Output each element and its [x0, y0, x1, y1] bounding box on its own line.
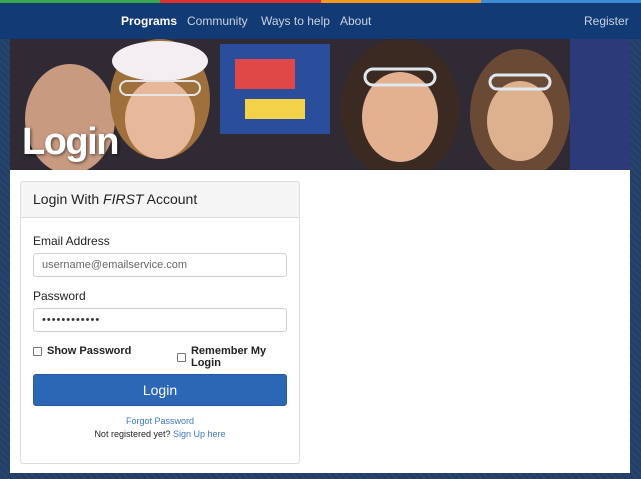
- password-label: Password: [33, 289, 86, 303]
- main-content: Login Login With FIRST Account Email Add…: [10, 39, 630, 473]
- not-registered-text: Not registered yet?: [94, 429, 171, 439]
- show-password-toggle[interactable]: Show Password: [33, 345, 131, 357]
- register-prompt: Not registered yet? Sign Up here: [21, 429, 299, 439]
- hero-banner: Login: [10, 39, 630, 170]
- login-button[interactable]: Login: [33, 374, 287, 406]
- nav-about[interactable]: About: [340, 14, 371, 28]
- card-header-prefix: Login With: [33, 191, 104, 207]
- card-header-suffix: Account: [143, 191, 198, 207]
- forgot-password-link[interactable]: Forgot Password: [21, 416, 299, 426]
- top-navbar: Programs Community Ways to help About Re…: [0, 3, 641, 39]
- remember-login-toggle[interactable]: Remember My Login: [177, 345, 299, 369]
- email-label: Email Address: [33, 234, 110, 248]
- nav-ways-to-help[interactable]: Ways to help: [261, 14, 330, 28]
- nav-community[interactable]: Community: [187, 14, 248, 28]
- remember-login-checkbox[interactable]: [177, 352, 186, 362]
- card-header-emphasis: FIRST: [103, 191, 144, 207]
- nav-register[interactable]: Register: [584, 14, 629, 28]
- show-password-checkbox[interactable]: [33, 346, 42, 356]
- email-field[interactable]: [33, 253, 287, 277]
- login-card: Login With FIRST Account Email Address P…: [20, 181, 300, 464]
- nav-programs[interactable]: Programs: [121, 14, 177, 28]
- page-title: Login: [22, 121, 119, 163]
- login-card-header: Login With FIRST Account: [21, 182, 299, 218]
- show-password-label: Show Password: [47, 345, 132, 357]
- remember-login-label: Remember My Login: [190, 345, 267, 369]
- password-field[interactable]: [33, 308, 287, 332]
- sign-up-link[interactable]: Sign Up here: [173, 429, 226, 439]
